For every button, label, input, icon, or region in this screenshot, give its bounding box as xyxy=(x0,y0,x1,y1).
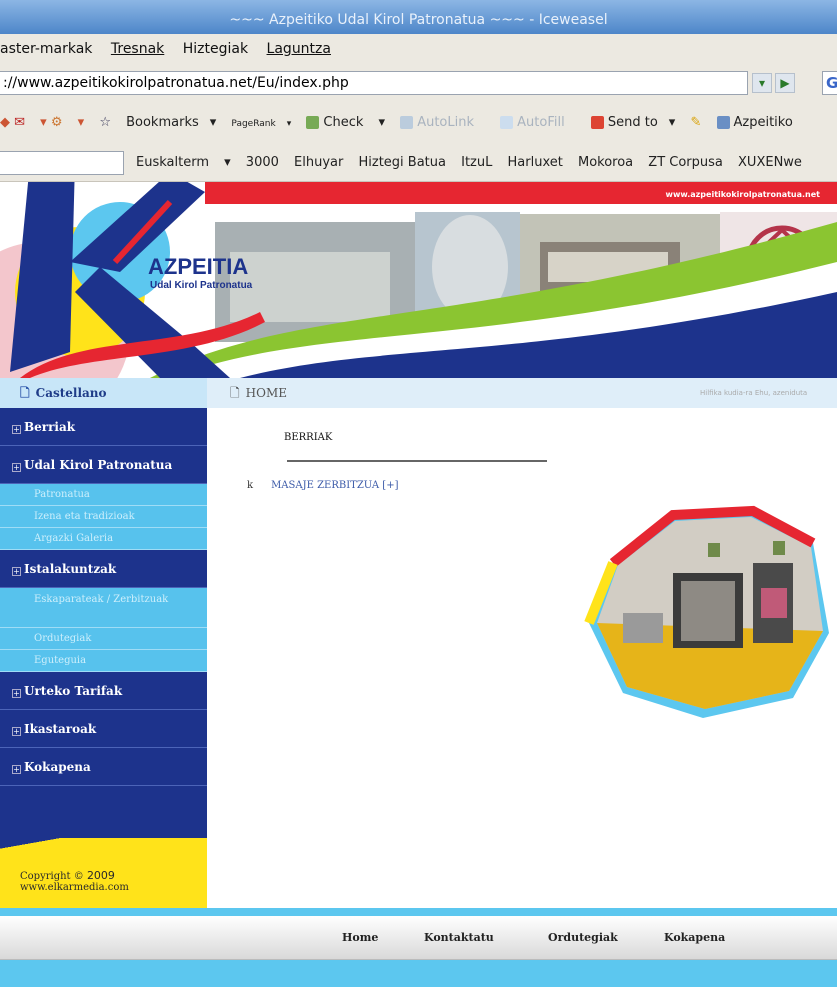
link-hiztegi-batua[interactable]: Hiztegi Batua xyxy=(358,155,446,170)
news-link[interactable]: MASAJE ZERBITZUA [+] xyxy=(271,480,398,491)
sidebar-sub-galeria[interactable]: Argazki Galeria xyxy=(0,528,207,550)
brand-name: AZPEITIA xyxy=(148,254,248,279)
link-mokoroa[interactable]: Mokoroa xyxy=(578,155,633,170)
autolink-button[interactable]: AutoLink xyxy=(400,115,485,130)
sidebar-sub-ordutegiak[interactable]: Ordutegiak xyxy=(0,628,207,650)
gym-photo xyxy=(584,505,829,718)
links-list: Euskalterm ▾ 3000 Elhuyar Hiztegi Batua … xyxy=(136,144,813,182)
address-bar: ://www.azpeitikokirolpatronatua.net/Eu/i… xyxy=(0,64,837,102)
window-title: ~~~ Azpeitiko Udal Kirol Patronatua ~~~ … xyxy=(0,0,837,34)
link-harluxet[interactable]: Harluxet xyxy=(508,155,563,170)
autofill-button[interactable]: AutoFill xyxy=(500,115,576,130)
sidebar-item-ikastaroak[interactable]: + Ikastaroak xyxy=(0,710,207,748)
toolbar-icons-left[interactable]: ◆ ✉ ▾ ⚙ ▾ xyxy=(0,115,84,130)
copyright-year: 2009 xyxy=(86,869,115,882)
pencil-icon[interactable]: ✎ xyxy=(690,115,701,130)
menu-bookmarks[interactable]: aster-markak xyxy=(0,41,92,57)
sidebar-sub-eguteguia[interactable]: Eguteguia xyxy=(0,650,207,672)
sidebar-item-istalakuntzak[interactable]: + Istalakuntzak xyxy=(0,550,207,588)
plus-icon: + xyxy=(12,425,21,434)
banner-graphic: www.azpeitikokirolpatronatua.net AZPEITI… xyxy=(0,182,837,378)
plus-icon: + xyxy=(12,727,21,736)
link-zt-corpusa[interactable]: ZT Corpusa xyxy=(648,155,723,170)
sidebar-sub-eskaparateak[interactable]: Eskaparateak / Zerbitzuak xyxy=(0,588,207,628)
sidebar-item-kokapena[interactable]: + Kokapena xyxy=(0,748,207,786)
site-banner: www.azpeitikokirolpatronatua.net AZPEITI… xyxy=(0,182,837,378)
links-bar: Euskalterm ▾ 3000 Elhuyar Hiztegi Batua … xyxy=(0,144,837,182)
menubar: aster-markak Tresnak Hiztegiak Laguntza xyxy=(0,34,837,64)
sidebar-sub-izena[interactable]: Izena eta tradizioak xyxy=(0,506,207,528)
news-item[interactable]: k MASAJE ZERBITZUA [+] xyxy=(247,480,398,491)
sidebar: + Berriak + Udal Kirol Patronatua Patronat… xyxy=(0,408,207,908)
page-icon: 🗋 xyxy=(20,386,30,400)
nav-strip: 🗋 Castellano 🗋 HOME Hilfika kudia-ra Ehu, … xyxy=(0,378,837,408)
link-xuxenweb[interactable]: XUXENwe xyxy=(738,155,802,170)
url-buttons: ▾ ▶ xyxy=(752,71,822,95)
news-heading: BERRIAK xyxy=(284,432,333,443)
link-itzul[interactable]: ItzuL xyxy=(461,155,492,170)
sidebar-item-berriak[interactable]: + Berriak xyxy=(0,408,207,446)
divider xyxy=(287,460,547,462)
motto-text: Hilfika kudia-ra Ehu, azeniduta xyxy=(700,389,808,397)
plus-icon: + xyxy=(12,689,21,698)
check-button[interactable]: Check ▾ xyxy=(306,115,385,130)
plus-icon: + xyxy=(12,765,21,774)
link-euskalterm[interactable]: Euskalterm ▾ xyxy=(136,155,231,170)
footer-top-bar xyxy=(0,908,837,916)
sidebar-sub-patronatua[interactable]: Patronatua xyxy=(0,484,207,506)
google-search-icon[interactable]: G xyxy=(822,71,837,95)
bullet-icon: k xyxy=(247,480,254,491)
footer-link-ordutegiak[interactable]: Ordutegiak xyxy=(548,916,618,960)
footer-bottom-bar xyxy=(0,960,837,987)
banner-site-url: www.azpeitikokirolpatronatua.net xyxy=(666,190,821,199)
footer-link-home[interactable]: Home xyxy=(342,916,378,960)
copyright-label: Copyright © xyxy=(20,871,84,882)
menu-tools[interactable]: Tresnak xyxy=(111,41,164,57)
pagerank-button[interactable]: PageRank ▾ xyxy=(231,119,291,129)
sidebar-item-tarifak[interactable]: + Urteko Tarifak xyxy=(0,672,207,710)
footer-link-kokapena[interactable]: Kokapena xyxy=(664,916,725,960)
copyright-url[interactable]: www.elkarmedia.com xyxy=(20,882,207,893)
star-icon[interactable]: ☆ xyxy=(99,115,111,130)
language-link[interactable]: 🗋 Castellano xyxy=(0,378,207,408)
page-icon: 🗋 xyxy=(230,386,240,400)
main-content: BERRIAK k MASAJE ZERBITZUA [+] xyxy=(207,408,837,908)
footer-link-kontaktatu[interactable]: Kontaktatu xyxy=(424,916,494,960)
bookmarks-button[interactable]: Bookmarks ▾ xyxy=(126,115,216,130)
breadcrumb[interactable]: 🗋 HOME xyxy=(230,378,287,408)
sidebar-item-patronatua[interactable]: + Udal Kirol Patronatua xyxy=(0,446,207,484)
plus-icon: + xyxy=(12,463,21,472)
go-icon[interactable]: ▶ xyxy=(775,73,795,93)
menu-dictionaries[interactable]: Hiztegiak xyxy=(183,41,248,57)
dropdown-icon[interactable]: ▾ xyxy=(752,73,772,93)
sendto-button[interactable]: Send to ▾ xyxy=(590,115,675,130)
plus-icon: + xyxy=(12,567,21,576)
menu-help[interactable]: Laguntza xyxy=(267,41,331,57)
copyright-block: Copyright © 2009 www.elkarmedia.com xyxy=(0,838,207,908)
azpeitiko-bookmark[interactable]: Azpeitiko xyxy=(716,115,804,130)
brand-subtitle: Udal Kirol Patronatua xyxy=(150,280,253,291)
toolbar: ◆ ✉ ▾ ⚙ ▾ ☆ Bookmarks ▾ PageRank ▾ Check ▾… xyxy=(0,102,837,144)
url-input[interactable]: ://www.azpeitikokirolpatronatua.net/Eu/i… xyxy=(0,71,748,95)
search-input[interactable] xyxy=(0,151,124,175)
link-3000[interactable]: 3000 xyxy=(246,155,279,170)
link-elhuyar[interactable]: Elhuyar xyxy=(294,155,343,170)
footer-nav: Home Kontaktatu Ordutegiak Kokapena xyxy=(0,916,837,960)
